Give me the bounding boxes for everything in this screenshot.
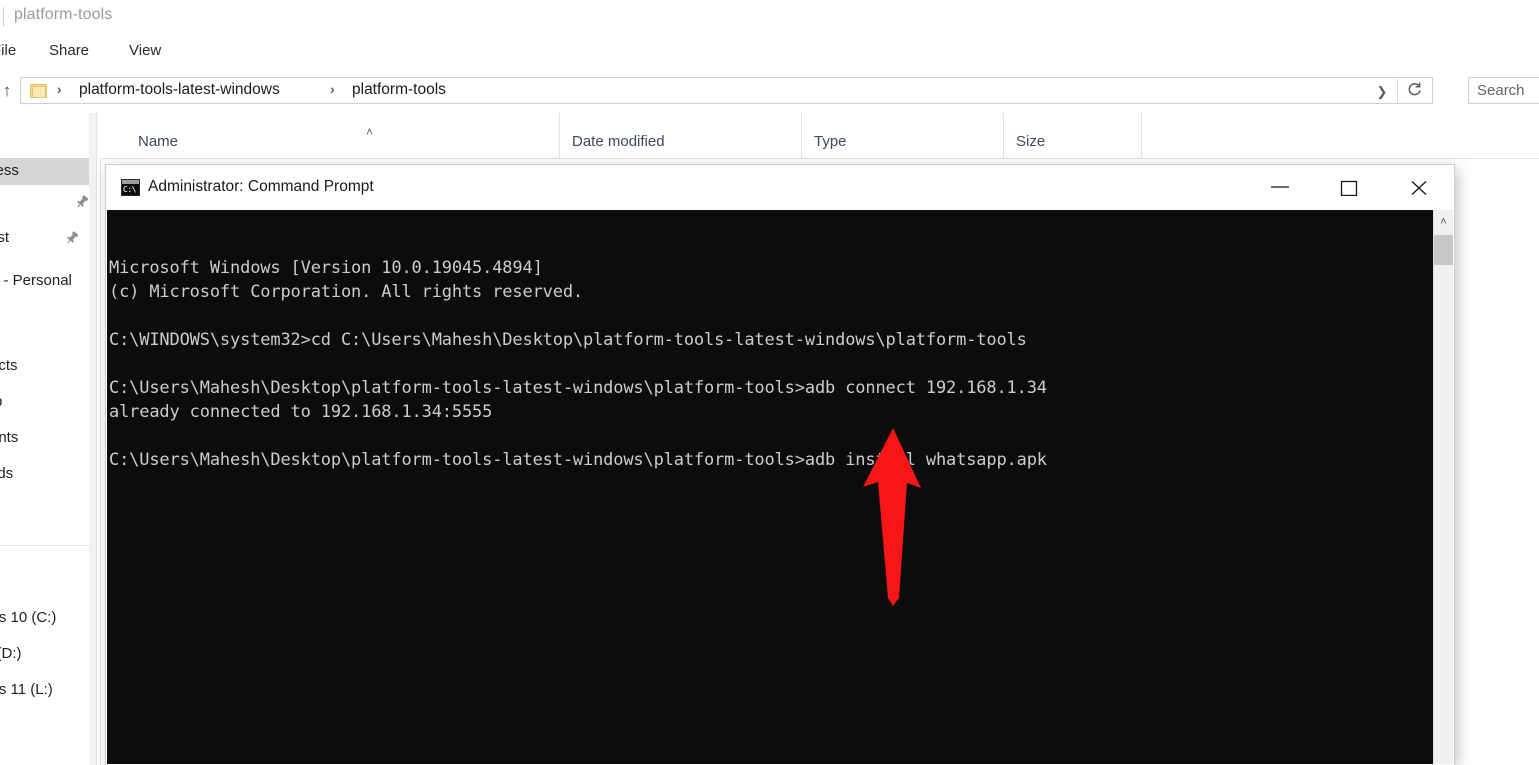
- console-output-area[interactable]: Microsoft Windows [Version 10.0.19045.48…: [107, 210, 1433, 764]
- sidebar-item-onedrive-personal[interactable]: e - Personal: [0, 268, 96, 295]
- console-line: Microsoft Windows [Version 10.0.19045.48…: [109, 256, 543, 280]
- navigation-pane-border: [96, 113, 97, 765]
- explorer-ribbon-tabs: File Share View: [0, 34, 1539, 68]
- cmd-icon: C:\: [121, 179, 140, 196]
- pin-icon: [64, 230, 80, 246]
- column-header-name[interactable]: Name ˄: [126, 113, 560, 159]
- sidebar-item-quick-access[interactable]: cess: [0, 158, 96, 185]
- sort-ascending-icon: ˄: [366, 125, 373, 139]
- file-list-column-headers: Name ˄ Date modified Type Size: [100, 113, 1539, 159]
- sidebar-item-desktop-pinned[interactable]: [0, 189, 96, 216]
- ribbon-tab-file[interactable]: File: [0, 42, 16, 59]
- address-bar[interactable]: › platform-tools-latest-windows › platfo…: [20, 77, 1433, 104]
- console-line: (c) Microsoft Corporation. All rights re…: [109, 280, 583, 304]
- scroll-up-icon[interactable]: ˄: [1434, 210, 1453, 235]
- column-header-size[interactable]: Size: [1004, 113, 1142, 159]
- search-input[interactable]: Search: [1468, 77, 1539, 104]
- breadcrumb-separator-2: ›: [330, 81, 335, 97]
- navigation-pane: cess ost: [0, 113, 96, 765]
- arrow-up-icon[interactable]: ↑: [0, 80, 18, 102]
- address-bar-divider: [1397, 79, 1398, 104]
- ribbon-tab-share[interactable]: Share: [49, 42, 89, 59]
- breadcrumb-item-2[interactable]: platform-tools: [352, 81, 446, 99]
- folder-icon: [30, 83, 49, 99]
- navigation-pane-scrollbar[interactable]: [89, 113, 96, 765]
- scrollbar-track[interactable]: [1434, 265, 1453, 764]
- close-icon: [1408, 180, 1430, 196]
- sidebar-item-windows-11-l[interactable]: ws 11 (L:): [0, 677, 96, 704]
- minimize-button[interactable]: [1257, 165, 1303, 210]
- breadcrumb-item-1[interactable]: platform-tools-latest-windows: [79, 81, 280, 99]
- sidebar-item-downloads[interactable]: ads: [0, 461, 96, 488]
- refresh-icon[interactable]: [1402, 81, 1426, 102]
- search-placeholder: Search: [1477, 82, 1525, 99]
- command-prompt-window: C:\ Administrator: Command Prompt Micros…: [106, 165, 1454, 765]
- maximize-button[interactable]: [1326, 165, 1372, 210]
- pin-icon: [74, 194, 90, 210]
- chevron-down-icon[interactable]: ❯: [1370, 82, 1394, 101]
- sidebar-item-windows-10-c[interactable]: ws 10 (C:): [0, 605, 96, 632]
- explorer-titlebar: platform-tools: [0, 0, 1539, 34]
- maximize-icon: [1338, 180, 1360, 196]
- sidebar-item-documents[interactable]: ents: [0, 425, 96, 452]
- ribbon-tab-view[interactable]: View: [129, 42, 161, 59]
- console-line: already connected to 192.168.1.34:5555: [109, 400, 492, 424]
- breadcrumb-separator-1: ›: [57, 81, 62, 97]
- sidebar-item-desktop[interactable]: p: [0, 389, 96, 416]
- sidebar-item-localhost[interactable]: ost: [0, 225, 96, 252]
- column-header-type[interactable]: Type: [802, 113, 1004, 159]
- sidebar-item-3d-objects[interactable]: ects: [0, 353, 96, 380]
- console-line: C:\Users\Mahesh\Desktop\platform-tools-l…: [109, 376, 1047, 400]
- command-prompt-title: Administrator: Command Prompt: [148, 178, 374, 196]
- scrollbar-thumb[interactable]: [1434, 235, 1453, 265]
- command-prompt-titlebar[interactable]: C:\ Administrator: Command Prompt: [106, 165, 1454, 210]
- sidebar-item-data-d[interactable]: a (D:): [0, 641, 96, 668]
- sidebar-divider: [0, 545, 96, 546]
- column-header-date-modified[interactable]: Date modified: [560, 113, 802, 159]
- console-scrollbar[interactable]: ˄: [1433, 210, 1453, 764]
- explorer-window-title: platform-tools: [14, 6, 112, 24]
- close-button[interactable]: [1396, 165, 1442, 210]
- titlebar-divider: [3, 7, 4, 27]
- console-line: C:\WINDOWS\system32>cd C:\Users\Mahesh\D…: [109, 328, 1027, 352]
- minimize-icon: [1269, 180, 1291, 194]
- console-line: C:\Users\Mahesh\Desktop\platform-tools-l…: [109, 448, 1047, 472]
